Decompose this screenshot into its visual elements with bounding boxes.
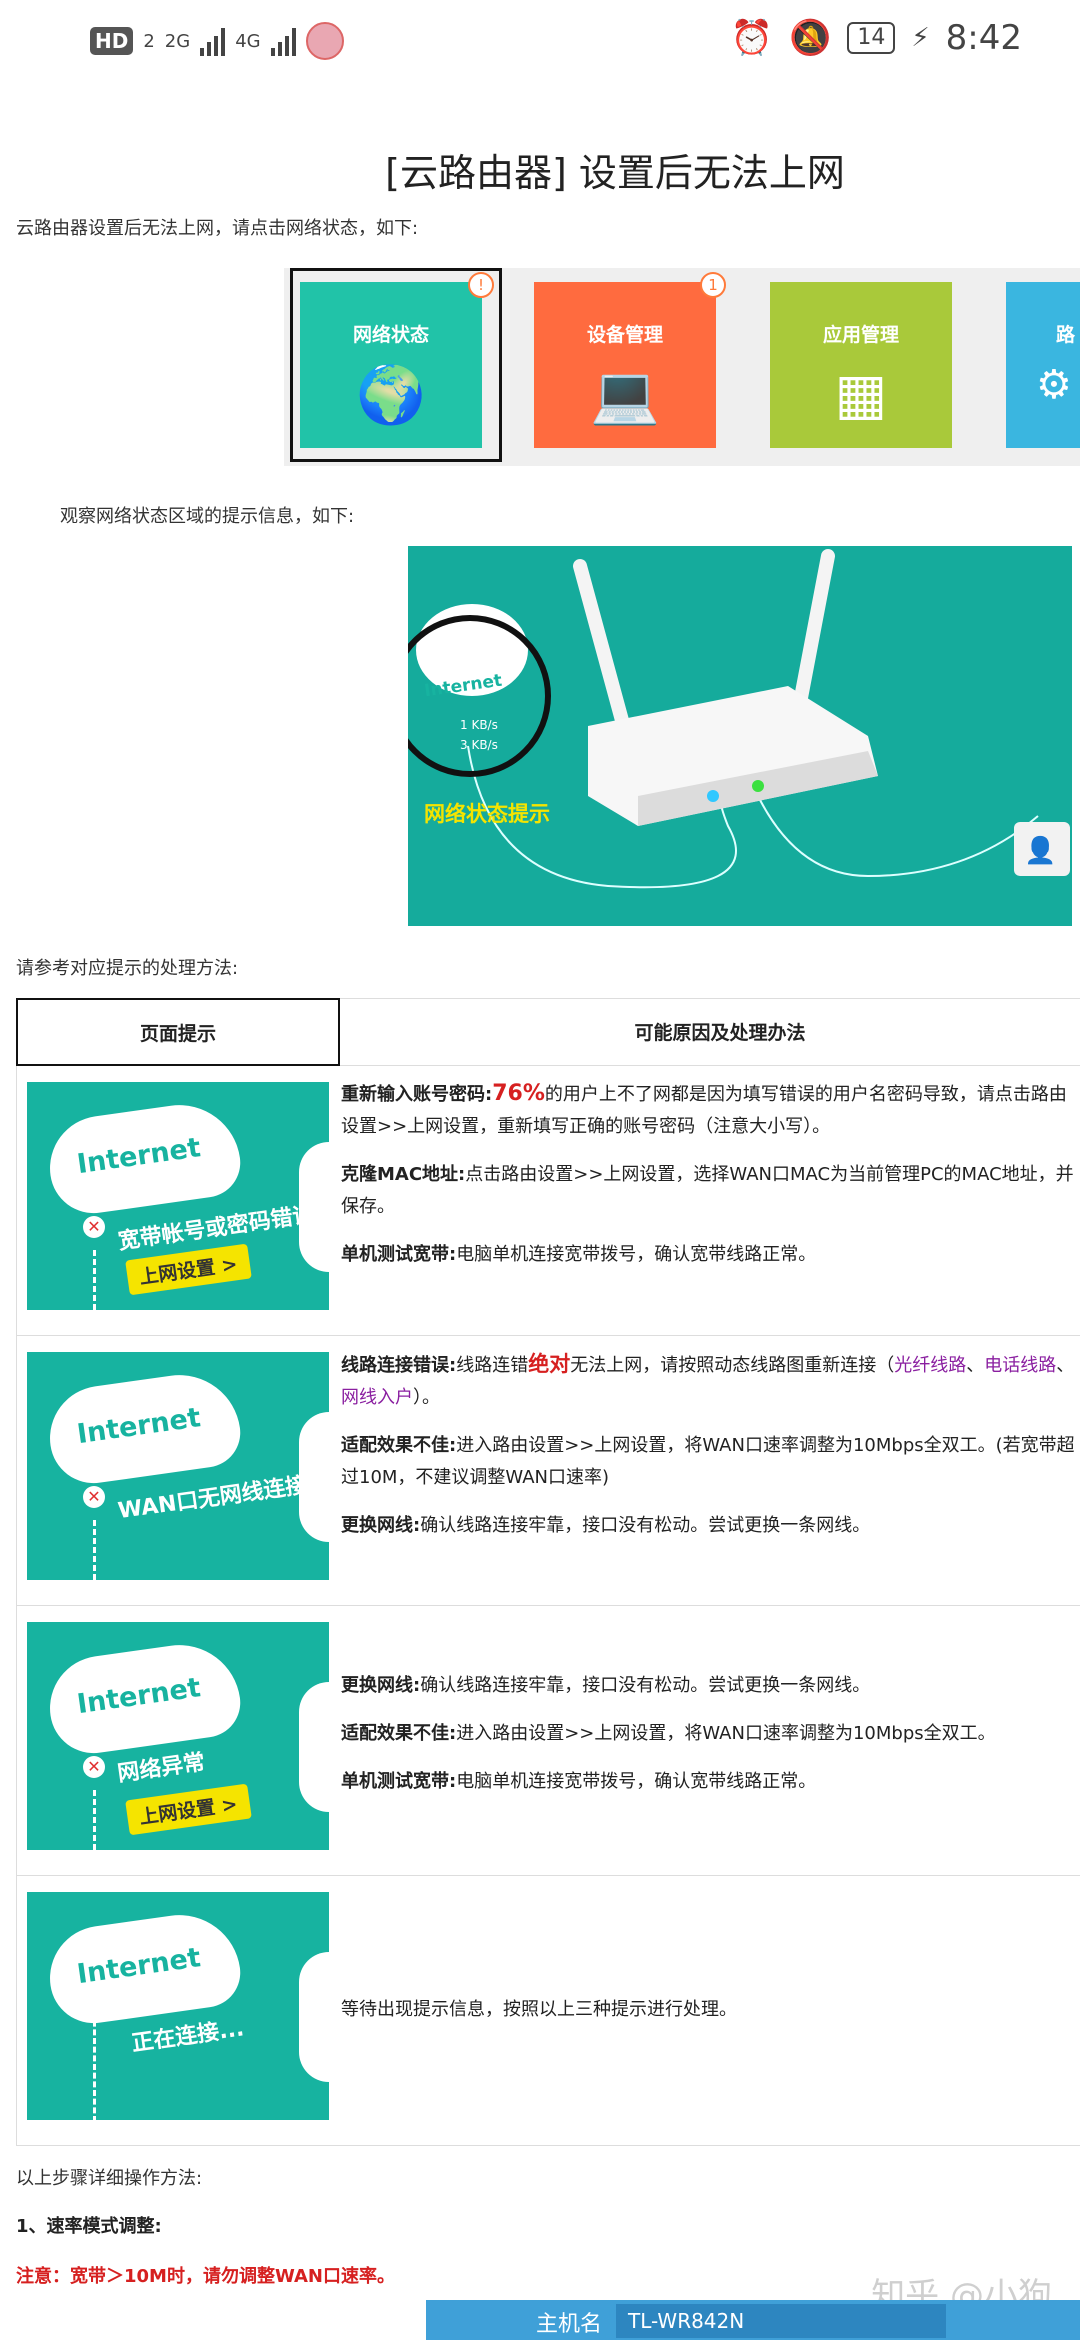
solution-body: 无法上网，请按照动态线路图重新连接（ xyxy=(570,1355,895,1376)
signal-strength-icon xyxy=(270,26,296,56)
tile-router-settings[interactable]: 路 ⚙ xyxy=(1006,282,1080,448)
solution-heading: 克隆MAC地址: xyxy=(341,1164,466,1185)
signal-2g-label: 2G xyxy=(164,30,191,52)
battery-icon: 14 xyxy=(847,22,896,54)
solution-heading: 重新输入账号密码: xyxy=(341,1084,493,1105)
cloud-label: Internet xyxy=(75,1942,203,1991)
error-icon: ✕ xyxy=(83,1756,105,1778)
tile-label: 路 xyxy=(1056,324,1076,346)
hint-message: 网络异常 xyxy=(116,1749,207,1787)
solution-heading: 单机测试宽带: xyxy=(341,1244,457,1265)
solution-body: 等待出现提示信息，按照以上三种提示进行处理。 xyxy=(341,1999,737,2020)
hint-image: Internet ✕ 宽带帐号或密码错误 上网设置 > xyxy=(27,1082,329,1310)
solution-body: 线路连错 xyxy=(456,1355,529,1376)
ethernet-line-link[interactable]: 网线入户 xyxy=(341,1387,413,1408)
router-drawing xyxy=(408,549,1070,889)
tile-label: 应用管理 xyxy=(822,324,899,346)
hd-voice-icon: HD xyxy=(90,27,134,55)
table-header-left: 页面提示 xyxy=(16,998,340,1066)
page-title: [云路由器] 设置后无法上网 xyxy=(385,151,845,195)
signal-4g-label: 4G xyxy=(235,30,261,52)
refer-text: 请参考对应提示的处理方法: xyxy=(16,958,239,979)
separator: 、 xyxy=(966,1355,985,1376)
solution-heading: 更换网线: xyxy=(341,1515,421,1536)
table-row: Internet ✕ 网络异常 上网设置 > 更换网线:确认线路连接牢靠，接口没… xyxy=(16,1606,1080,1876)
dashed-line xyxy=(93,1790,96,1850)
upload-speed: 1 KB/s xyxy=(460,718,498,732)
warning-note: 注意：宽带＞10M时，请勿调整WAN口速率。 xyxy=(16,2266,396,2287)
solution-heading: 线路连接错误: xyxy=(341,1355,457,1376)
solution-heading: 更换网线: xyxy=(341,1675,421,1696)
charging-icon: ⚡ xyxy=(911,23,930,53)
solution-body: 确认线路连接牢靠，接口没有松动。尝试更换一条网线。 xyxy=(420,1675,871,1696)
solution-body: 电脑单机连接宽带拨号，确认宽带线路正常。 xyxy=(456,1244,817,1265)
cloud-icon: Internet xyxy=(43,1097,245,1219)
observe-text: 观察网络状态区域的提示信息，如下: xyxy=(60,506,355,527)
alert-badge: ! xyxy=(468,272,494,298)
solution-heading: 适配效果不佳: xyxy=(341,1435,457,1456)
hostname-field: TL-WR842N xyxy=(616,2304,946,2338)
solution-text: 线路连接错误:线路连错绝对无法上网，请按照动态线路图重新连接（光纤线路、电话线路… xyxy=(341,1348,1080,1558)
selected-tile-outline xyxy=(290,268,502,462)
highlight-word: 绝对 xyxy=(528,1352,571,1376)
signal-strength-icon xyxy=(200,26,226,56)
gear-icon: ⚙ xyxy=(1036,362,1072,408)
intro-text: 云路由器设置后无法上网，请点击网络状态，如下: xyxy=(16,218,419,239)
apps-icon: ▦ xyxy=(834,362,888,427)
cloud-label: Internet xyxy=(75,1132,203,1181)
router-config-strip: 主机名 TL-WR842N xyxy=(426,2300,1080,2340)
solution-text: 重新输入账号密码:76%的用户上不了网都是因为填写错误的用户名密码导致，请点击路… xyxy=(341,1078,1080,1287)
dashed-line xyxy=(93,1250,96,1310)
error-icon: ✕ xyxy=(83,1486,105,1508)
mute-icon: 🔕 xyxy=(789,18,832,58)
cloud-icon: Internet xyxy=(43,1907,245,2029)
user-icon: 👤 xyxy=(1024,836,1057,866)
solution-heading: 适配效果不佳: xyxy=(341,1723,457,1744)
error-icon: ✕ xyxy=(83,1216,105,1238)
tile-device-management[interactable]: 设备管理 💻 xyxy=(534,282,716,448)
separator: 、 xyxy=(1056,1355,1075,1376)
step-heading: 1、速率模式调整: xyxy=(16,2216,162,2237)
cloud-icon: Internet xyxy=(43,1637,245,1759)
table-row: Internet 正在连接... 等待出现提示信息，按照以上三种提示进行处理。 xyxy=(16,1876,1080,2146)
highlight-percent: 76% xyxy=(492,1081,545,1106)
hint-message: 正在连接... xyxy=(130,2016,246,2057)
hostname-label: 主机名 xyxy=(536,2312,603,2337)
detail-intro: 以上步骤详细操作方法: xyxy=(16,2168,203,2189)
cloud-label: Internet xyxy=(75,1402,203,1451)
solution-body: ）。 xyxy=(413,1387,440,1408)
solution-body: 电脑单机连接宽带拨号，确认宽带线路正常。 xyxy=(456,1771,817,1792)
count-badge: 1 xyxy=(700,272,726,298)
dashed-line xyxy=(93,2012,96,2120)
download-speed: 3 KB/s xyxy=(460,738,498,752)
phone-line-link[interactable]: 电话线路 xyxy=(984,1355,1056,1376)
cloud-icon: Internet xyxy=(43,1367,245,1489)
solution-heading: 单机测试宽带: xyxy=(341,1771,457,1792)
solution-body: 确认线路连接牢靠，接口没有松动。尝试更换一条网线。 xyxy=(420,1515,871,1536)
internet-settings-button: 上网设置 > xyxy=(125,1783,252,1836)
fiber-line-link[interactable]: 光纤线路 xyxy=(894,1355,966,1376)
avatar xyxy=(305,22,344,60)
table-row: Internet ✕ 宽带帐号或密码错误 上网设置 > 重新输入账号密码:76%… xyxy=(16,1066,1080,1336)
router-illustration: Internet 1 KB/s 3 KB/s 网络状态提示 👤 xyxy=(408,546,1072,926)
laptop-icon: 💻 xyxy=(590,363,660,428)
alarm-icon: ⏰ xyxy=(730,18,774,58)
tile-app-management[interactable]: 应用管理 ▦ xyxy=(770,282,952,448)
solution-text: 更换网线:确认线路连接牢靠，接口没有松动。尝试更换一条网线。 适配效果不佳:进入… xyxy=(341,1670,1080,1814)
solution-text: 等待出现提示信息，按照以上三种提示进行处理。 xyxy=(341,1994,1080,2042)
hd-sub: 2 xyxy=(143,30,155,52)
table-header-right: 可能原因及处理办法 xyxy=(340,998,1080,1066)
tile-label: 设备管理 xyxy=(586,324,663,346)
cloud-label: Internet xyxy=(75,1672,203,1721)
status-bar: HD 2 2G 4G ⏰ 🔕 14 ⚡ 8:42 xyxy=(0,0,1080,84)
dashed-line xyxy=(93,1520,96,1580)
network-status-caption: 网络状态提示 xyxy=(424,802,550,826)
hint-image: Internet ✕ 网络异常 上网设置 > xyxy=(27,1622,329,1850)
clock: 8:42 xyxy=(945,18,1022,58)
solution-body: 进入路由设置>>上网设置，将WAN口速率调整为10Mbps全双工。 xyxy=(456,1723,996,1744)
table-row: Internet ✕ WAN口无网线连接 线路连接错误:线路连错绝对无法上网，请… xyxy=(16,1336,1080,1606)
hint-image: Internet 正在连接... xyxy=(27,1892,329,2120)
hint-image: Internet ✕ WAN口无网线连接 xyxy=(27,1352,329,1580)
